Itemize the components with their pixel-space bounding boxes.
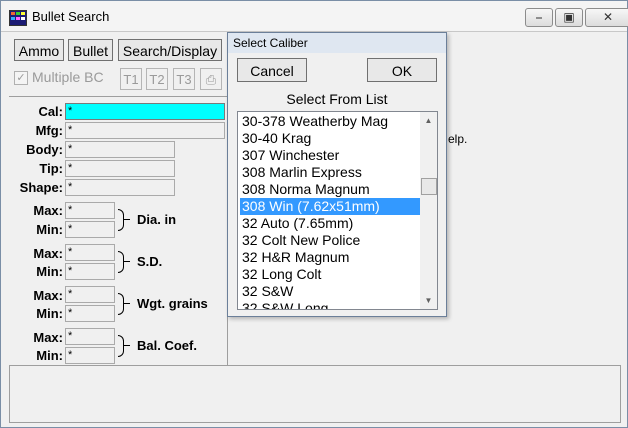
close-icon: ✕ <box>602 10 614 24</box>
list-item[interactable]: 32 Auto (7.65mm) <box>240 215 420 232</box>
wgt-brace <box>118 293 124 315</box>
ammo-button[interactable]: Ammo <box>14 39 64 61</box>
dia-max-label: Max: <box>33 203 63 218</box>
mfg-label: Mfg: <box>35 123 63 138</box>
list-item[interactable]: 308 Marlin Express <box>240 164 420 181</box>
list-scrollbar[interactable]: ▲ ▼ <box>420 112 437 309</box>
ok-button[interactable]: OK <box>367 58 437 82</box>
close-button[interactable]: ✕ <box>585 8 628 27</box>
list-item[interactable]: 308 Norma Magnum <box>240 181 420 198</box>
minimize-icon: ⎯ <box>535 10 542 24</box>
list-item[interactable]: 32 Colt New Police <box>240 232 420 249</box>
scroll-down-icon[interactable]: ▼ <box>420 292 437 309</box>
body-field[interactable]: * <box>65 141 175 158</box>
dia-max-field[interactable]: * <box>65 202 115 219</box>
mfg-field[interactable]: * <box>65 122 225 139</box>
list-item[interactable]: 30-378 Weatherby Mag <box>240 113 420 130</box>
t3-button[interactable]: T3 <box>173 68 195 90</box>
app-icon <box>9 10 27 26</box>
sd-max-label: Max: <box>33 246 63 261</box>
sd-min-label: Min: <box>36 264 63 279</box>
cal-label: Cal: <box>38 104 63 119</box>
toolbar-separator <box>9 96 227 97</box>
bullet-button[interactable]: Bullet <box>68 39 113 61</box>
multiple-bc-label: Multiple BC <box>32 69 104 85</box>
scroll-up-icon[interactable]: ▲ <box>420 112 437 129</box>
cancel-button[interactable]: Cancel <box>237 58 307 82</box>
select-caliber-dialog: Select Caliber Cancel OK Select From Lis… <box>227 32 447 317</box>
shape-label: Shape: <box>19 180 63 195</box>
maximize-button[interactable]: ▣ <box>555 8 583 27</box>
list-item[interactable]: 32 S&W <box>240 283 420 300</box>
title-bar[interactable]: Bullet Search ⎯ ▣ ✕ <box>1 1 628 32</box>
t2-button[interactable]: T2 <box>146 68 168 90</box>
shape-field[interactable]: * <box>65 179 175 196</box>
wgt-max-field[interactable]: * <box>65 286 115 303</box>
bc-max-field[interactable]: * <box>65 328 115 345</box>
search-display-button[interactable]: Search/Display <box>118 39 222 61</box>
tip-label: Tip: <box>39 161 63 176</box>
scroll-thumb[interactable] <box>421 178 437 195</box>
bc-min-label: Min: <box>36 348 63 363</box>
bc-group-label: Bal. Coef. <box>137 338 197 353</box>
wgt-group-label: Wgt. grains <box>137 296 208 311</box>
minimize-button[interactable]: ⎯ <box>525 8 553 27</box>
help-text: elp. <box>448 132 468 146</box>
cal-field[interactable]: * <box>65 103 225 120</box>
dialog-subtitle: Select From List <box>286 91 388 107</box>
list-item[interactable]: 32 S&W Long <box>240 300 420 309</box>
t1-button[interactable]: T1 <box>120 68 142 90</box>
caliber-listbox[interactable]: 30-378 Weatherby Mag 30-40 Krag 307 Winc… <box>237 111 438 310</box>
status-area <box>9 365 621 423</box>
checkmark-icon: ✓ <box>16 72 26 84</box>
printer-icon: ⎙ <box>205 72 217 87</box>
sd-min-field[interactable]: * <box>65 263 115 280</box>
dia-min-field[interactable]: * <box>65 221 115 238</box>
wgt-max-label: Max: <box>33 288 63 303</box>
body-label: Body: <box>26 142 63 157</box>
dia-brace-tick <box>124 219 130 220</box>
list-item[interactable]: 32 H&R Magnum <box>240 249 420 266</box>
list-item[interactable]: 32 Long Colt <box>240 266 420 283</box>
dia-group-label: Dia. in <box>137 212 177 227</box>
print-button[interactable]: ⎙ <box>200 68 222 90</box>
wgt-brace-tick <box>124 303 130 304</box>
bc-brace <box>118 335 124 357</box>
multiple-bc-checkbox[interactable]: ✓ <box>14 71 28 85</box>
bc-brace-tick <box>124 345 130 346</box>
dia-min-label: Min: <box>36 222 63 237</box>
list-item[interactable]: 30-40 Krag <box>240 130 420 147</box>
list-item[interactable]: 307 Winchester <box>240 147 420 164</box>
list-item-selected[interactable]: 308 Win (7.62x51mm) <box>240 198 420 215</box>
bullet-search-window: Bullet Search ⎯ ▣ ✕ Ammo Bullet Search/D… <box>0 0 628 428</box>
bc-min-field[interactable]: * <box>65 347 115 364</box>
dia-brace <box>118 209 124 231</box>
tip-field[interactable]: * <box>65 160 175 177</box>
bc-max-label: Max: <box>33 330 63 345</box>
sd-brace-tick <box>124 261 130 262</box>
window-title: Bullet Search <box>32 9 110 24</box>
sd-brace <box>118 251 124 273</box>
sd-group-label: S.D. <box>137 254 163 269</box>
wgt-min-label: Min: <box>36 306 63 321</box>
sd-max-field[interactable]: * <box>65 244 115 261</box>
dialog-title[interactable]: Select Caliber <box>228 33 446 53</box>
wgt-min-field[interactable]: * <box>65 305 115 322</box>
maximize-icon: ▣ <box>563 10 575 24</box>
